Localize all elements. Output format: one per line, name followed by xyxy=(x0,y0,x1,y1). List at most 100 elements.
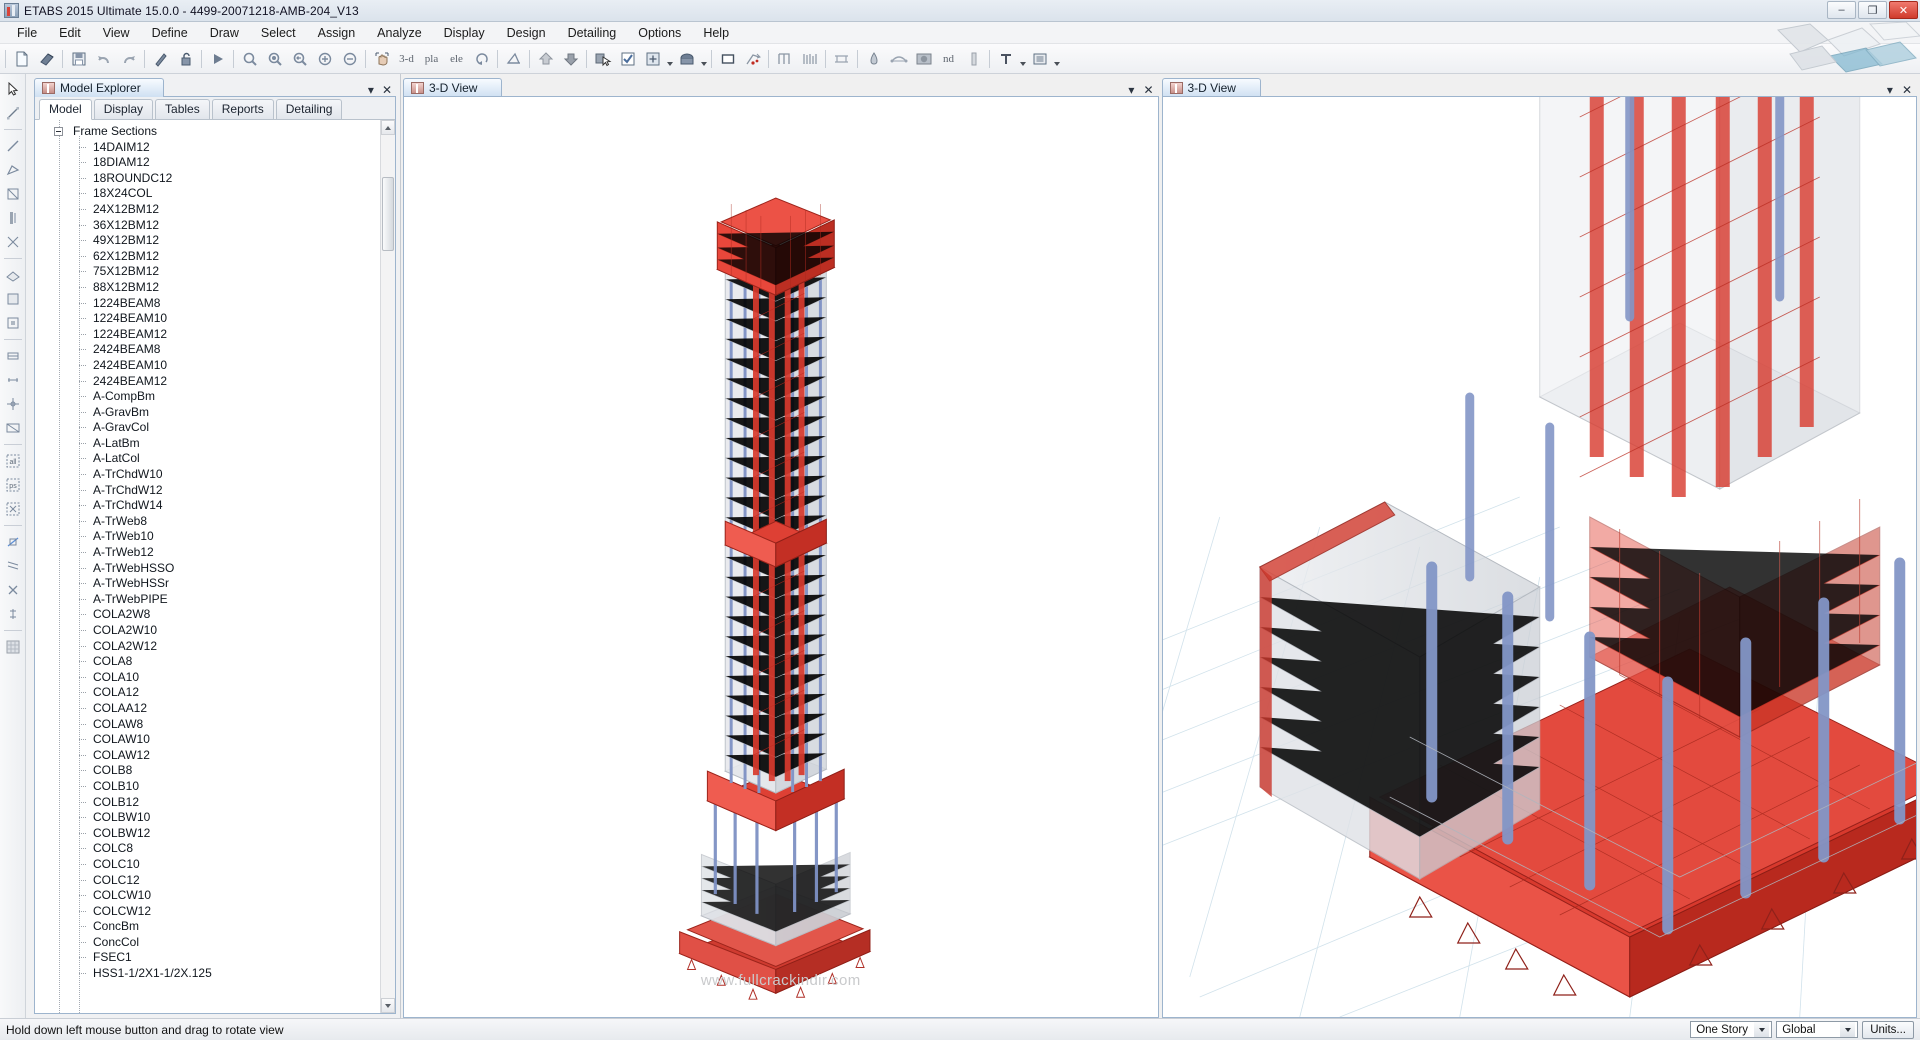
3d-view-icon[interactable]: 3-d xyxy=(394,47,419,71)
menu-help[interactable]: Help xyxy=(692,23,740,43)
menu-define[interactable]: Define xyxy=(141,23,199,43)
previous-zoom-icon[interactable] xyxy=(287,47,312,71)
tree-item[interactable]: COLA2W10 xyxy=(35,623,380,639)
close-button[interactable]: ✕ xyxy=(1889,1,1918,19)
minimize-button[interactable]: – xyxy=(1827,1,1856,19)
menu-design[interactable]: Design xyxy=(496,23,557,43)
menu-assign[interactable]: Assign xyxy=(307,23,367,43)
quick-draw-column-icon[interactable] xyxy=(2,207,24,229)
tree-item[interactable]: A-GravCol xyxy=(35,420,380,436)
scrollbar-track[interactable] xyxy=(381,135,395,998)
tree-item[interactable]: COLC12 xyxy=(35,873,380,889)
nodes-icon[interactable]: nd xyxy=(936,47,961,71)
tree-item[interactable]: 18X24COL xyxy=(35,186,380,202)
menu-analyze[interactable]: Analyze xyxy=(366,23,432,43)
menu-display[interactable]: Display xyxy=(433,23,496,43)
select-by-intersecting-line-icon[interactable] xyxy=(2,531,24,553)
show-tables-icon[interactable] xyxy=(961,47,986,71)
model-canvas-right[interactable] xyxy=(1161,96,1917,1018)
quick-draw-beam-icon[interactable] xyxy=(2,183,24,205)
down-one-story-icon[interactable] xyxy=(558,47,583,71)
tree-item[interactable]: ConcCol xyxy=(35,935,380,951)
elevation-view-icon[interactable]: ele xyxy=(444,47,469,71)
assign-icon[interactable] xyxy=(615,47,640,71)
tree-item[interactable]: 36X12BM12 xyxy=(35,218,380,234)
tab-display[interactable]: Display xyxy=(93,99,154,119)
plan-view-icon[interactable]: pla xyxy=(419,47,444,71)
rotate-3d-icon[interactable] xyxy=(469,47,494,71)
zoom-out-icon[interactable] xyxy=(337,47,362,71)
tree-item[interactable]: COLA2W8 xyxy=(35,607,380,623)
draw-floor-icon[interactable] xyxy=(2,264,24,286)
open-model-icon[interactable] xyxy=(34,47,59,71)
draw-section-cut-icon[interactable] xyxy=(2,345,24,367)
tree-item[interactable]: COLAW12 xyxy=(35,748,380,764)
show-deformed-shape-icon[interactable] xyxy=(829,47,854,71)
run-analysis-icon[interactable] xyxy=(205,47,230,71)
save-icon[interactable] xyxy=(66,47,91,71)
tree-item[interactable]: ConcBm xyxy=(35,919,380,935)
show-undeformed-shape-icon[interactable] xyxy=(740,47,765,71)
up-one-story-icon[interactable] xyxy=(533,47,558,71)
section-cut-icon[interactable] xyxy=(797,47,822,71)
menu-file[interactable]: File xyxy=(6,23,48,43)
tree-item[interactable]: A-TrChdW14 xyxy=(35,498,380,514)
tab-3d-view-right[interactable]: 3-D View xyxy=(1161,78,1261,97)
tab-3d-view-left[interactable]: 3-D View xyxy=(403,78,503,97)
story-selector[interactable]: One Story xyxy=(1690,1021,1773,1038)
tree-item[interactable]: 1224BEAM10 xyxy=(35,311,380,327)
tree-item[interactable]: HSS1-1/2X1-1/2X.125 xyxy=(35,966,380,982)
units-button[interactable]: Units... xyxy=(1862,1020,1914,1039)
tab-model[interactable]: Model xyxy=(39,99,92,120)
menu-draw[interactable]: Draw xyxy=(199,23,250,43)
tree-item[interactable]: 1224BEAM8 xyxy=(35,296,380,312)
tree-item[interactable]: COLAW10 xyxy=(35,732,380,748)
tab-tables[interactable]: Tables xyxy=(155,99,210,119)
menu-edit[interactable]: Edit xyxy=(48,23,92,43)
draw-line-icon[interactable] xyxy=(2,135,24,157)
tree-item[interactable]: 24X12BM12 xyxy=(35,202,380,218)
tree-item[interactable]: COLC8 xyxy=(35,841,380,857)
menu-options[interactable]: Options xyxy=(627,23,692,43)
clear-selection-icon[interactable] xyxy=(2,498,24,520)
tree-item[interactable]: A-CompBm xyxy=(35,389,380,405)
tab-reports[interactable]: Reports xyxy=(211,99,274,119)
label-dropdown-caret[interactable] xyxy=(1018,47,1027,71)
draw-wall-icon[interactable] xyxy=(2,288,24,310)
rubber-band-zoom-icon[interactable] xyxy=(237,47,262,71)
tree-item[interactable]: A-LatBm xyxy=(35,436,380,452)
tree-item[interactable]: COLA12 xyxy=(35,685,380,701)
tree-item[interactable]: A-TrChdW10 xyxy=(35,467,380,483)
chevron-down-icon[interactable] xyxy=(1754,1022,1770,1037)
menu-detailing[interactable]: Detailing xyxy=(557,23,628,43)
select-object-icon[interactable] xyxy=(590,47,615,71)
tree-item[interactable]: A-TrChdW12 xyxy=(35,483,380,499)
close-icon[interactable]: ✕ xyxy=(382,83,392,97)
set-display-options-icon[interactable] xyxy=(640,47,665,71)
chevron-down-icon[interactable] xyxy=(1840,1022,1856,1037)
close-icon[interactable]: ✕ xyxy=(1143,83,1153,97)
collapse-expand-icon[interactable] xyxy=(54,127,63,136)
scroll-down-arrow-icon[interactable] xyxy=(381,998,395,1013)
tree-item[interactable]: COLA2W12 xyxy=(35,639,380,655)
perspective-toggle-icon[interactable] xyxy=(501,47,526,71)
tree-item[interactable]: 2424BEAM12 xyxy=(35,374,380,390)
model-explorer-tab[interactable]: Model Explorer xyxy=(34,78,164,97)
tree-item[interactable]: COLB8 xyxy=(35,763,380,779)
tree-item[interactable]: FSEC1 xyxy=(35,950,380,966)
object-fill-dropdown-caret[interactable] xyxy=(699,47,708,71)
render-view-icon[interactable] xyxy=(911,47,936,71)
quick-draw-brace-icon[interactable] xyxy=(2,231,24,253)
chevron-down-icon[interactable]: ▾ xyxy=(1887,83,1893,97)
reshape-icon[interactable] xyxy=(2,102,24,124)
close-icon[interactable]: ✕ xyxy=(1902,83,1912,97)
pointer-icon[interactable] xyxy=(2,78,24,100)
pan-icon[interactable] xyxy=(369,47,394,71)
extrude-view-icon[interactable] xyxy=(715,47,740,71)
snapshot-icon[interactable] xyxy=(1027,47,1052,71)
chevron-down-icon[interactable]: ▾ xyxy=(1128,83,1134,97)
draw-reference-point-icon[interactable] xyxy=(2,393,24,415)
tree-item[interactable]: 62X12BM12 xyxy=(35,249,380,265)
tree-item[interactable]: COLA10 xyxy=(35,670,380,686)
coordinate-system-selector[interactable]: Global xyxy=(1776,1021,1859,1038)
